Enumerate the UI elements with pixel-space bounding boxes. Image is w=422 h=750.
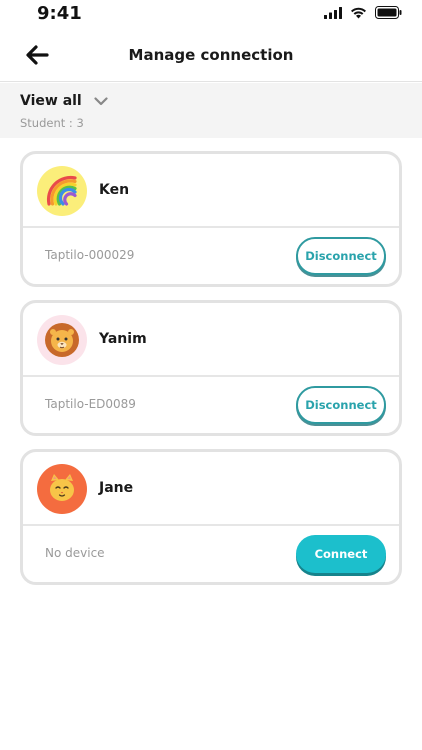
disconnect-button[interactable]: Disconnect xyxy=(296,386,386,424)
device-name: No device xyxy=(45,546,105,560)
filter-bar: View all Student : 3 xyxy=(0,83,422,138)
chevron-down-icon xyxy=(94,96,108,105)
signal-icon xyxy=(324,6,342,19)
device-name: Taptilo-000029 xyxy=(45,248,135,262)
battery-icon xyxy=(375,6,402,19)
student-name: Yanim xyxy=(99,331,147,347)
avatar xyxy=(37,464,87,514)
student-card: Jane No device Connect xyxy=(20,449,402,585)
connect-button[interactable]: Connect xyxy=(296,535,386,573)
status-bar: 9:41 xyxy=(0,0,422,30)
view-all-label: View all xyxy=(20,93,82,109)
student-info: Jane xyxy=(23,452,399,526)
disconnect-button[interactable]: Disconnect xyxy=(296,237,386,275)
view-all-dropdown[interactable]: View all xyxy=(20,93,108,109)
device-name: Taptilo-ED0089 xyxy=(45,397,136,411)
status-time: 9:41 xyxy=(37,3,82,24)
rainbow-icon xyxy=(46,175,77,206)
page-title: Manage connection xyxy=(128,46,294,64)
student-count: Student : 3 xyxy=(20,116,84,130)
avatar xyxy=(37,166,87,216)
lion-icon xyxy=(45,323,79,357)
student-info: Yanim xyxy=(23,303,399,377)
student-card: Yanim Taptilo-ED0089 Disconnect xyxy=(20,300,402,436)
header: Manage connection xyxy=(0,30,422,82)
student-card: Ken Taptilo-000029 Disconnect xyxy=(20,151,402,287)
status-icons xyxy=(324,6,402,19)
avatar xyxy=(37,315,87,365)
student-name: Jane xyxy=(99,480,134,496)
student-info: Ken xyxy=(23,154,399,228)
student-name: Ken xyxy=(99,182,130,198)
wifi-icon xyxy=(351,7,366,18)
cat-icon xyxy=(50,474,74,501)
